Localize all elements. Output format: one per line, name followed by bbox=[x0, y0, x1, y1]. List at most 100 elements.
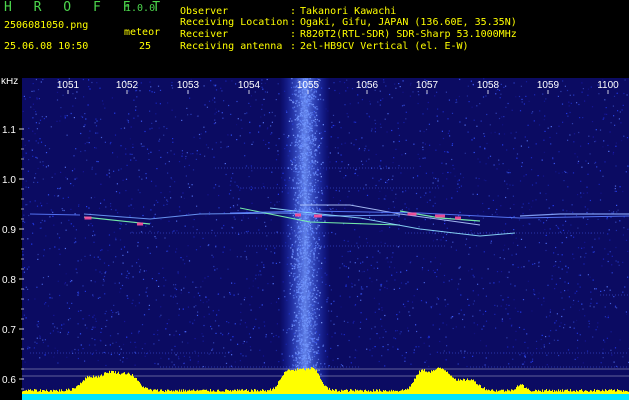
noise-dot bbox=[360, 299, 362, 301]
noise-dot bbox=[501, 320, 503, 322]
noise-dot bbox=[259, 349, 261, 351]
noise-dot bbox=[95, 173, 97, 175]
noise-dot bbox=[374, 326, 376, 328]
noise-dot bbox=[499, 257, 501, 259]
noise-dot bbox=[35, 173, 37, 175]
meteor-echo-hotspot bbox=[295, 213, 301, 217]
spectrum-sample bbox=[585, 390, 586, 394]
spectrum-sample bbox=[331, 390, 332, 394]
noise-dot bbox=[192, 281, 194, 283]
noise-dot bbox=[246, 341, 248, 343]
noise-dot bbox=[622, 261, 624, 263]
noise-dot bbox=[221, 112, 223, 114]
spectrum-sample bbox=[188, 390, 189, 394]
spectrum-sample bbox=[27, 391, 28, 394]
noise-dot bbox=[274, 204, 276, 206]
spectrum-sample bbox=[584, 390, 585, 394]
noise-dot bbox=[113, 170, 115, 172]
spectrum-sample bbox=[207, 390, 208, 394]
noise-dot bbox=[83, 96, 85, 98]
spectrum-sample bbox=[411, 384, 412, 394]
noise-dot bbox=[430, 306, 432, 308]
noise-dot bbox=[472, 84, 474, 86]
spectrum-sample bbox=[63, 391, 64, 394]
noise-dot bbox=[197, 115, 199, 117]
spectrum-sample bbox=[158, 391, 159, 394]
noise-dot bbox=[615, 142, 617, 144]
spectrum-sample bbox=[505, 390, 506, 394]
noise-dot bbox=[84, 324, 86, 326]
noise-dot bbox=[384, 365, 386, 367]
noise-dot bbox=[600, 362, 602, 364]
noise-dot bbox=[398, 220, 400, 222]
noise-dot bbox=[556, 132, 558, 134]
spectrum-sample bbox=[497, 391, 498, 394]
noise-dot bbox=[440, 239, 442, 241]
noise-dot bbox=[94, 344, 96, 346]
noise-dot bbox=[507, 188, 509, 190]
noise-dot bbox=[585, 160, 587, 162]
spectrum-sample bbox=[329, 387, 330, 394]
noise-dot bbox=[589, 153, 591, 155]
noise-dot bbox=[80, 150, 82, 153]
noise-dot bbox=[446, 345, 448, 347]
meteor-echo-hotspot bbox=[84, 216, 92, 220]
noise-dot bbox=[242, 342, 244, 345]
noise-dot bbox=[619, 186, 621, 188]
spectrum-sample bbox=[383, 390, 384, 394]
noise-dot bbox=[106, 174, 108, 176]
noise-dot bbox=[368, 158, 370, 160]
noise-dot bbox=[587, 94, 589, 96]
noise-dot bbox=[380, 178, 382, 180]
noise-dot bbox=[355, 169, 357, 171]
noise-dot bbox=[34, 133, 36, 135]
noise-dot bbox=[371, 128, 373, 130]
noise-dot bbox=[487, 157, 489, 159]
noise-dot bbox=[223, 296, 225, 298]
noise-dot bbox=[364, 148, 366, 150]
noise-dot bbox=[275, 99, 277, 101]
noise-dot bbox=[106, 319, 108, 321]
noise-dot bbox=[372, 347, 374, 349]
spectrum-sample bbox=[460, 379, 461, 394]
noise-dot bbox=[496, 213, 498, 215]
noise-dot bbox=[588, 323, 590, 325]
noise-dot bbox=[39, 337, 41, 339]
noise-dot bbox=[553, 339, 555, 341]
noise-dot bbox=[591, 121, 594, 123]
noise-dot bbox=[51, 297, 53, 299]
spectrum-sample bbox=[107, 372, 108, 394]
noise-dot bbox=[562, 209, 564, 211]
noise-dot bbox=[436, 115, 438, 117]
noise-dot bbox=[502, 144, 504, 146]
spectrum-sample bbox=[250, 391, 251, 394]
noise-dot bbox=[139, 269, 142, 271]
spectrum-sample bbox=[23, 391, 24, 394]
noise-dot bbox=[400, 172, 402, 174]
noise-dot bbox=[524, 354, 526, 356]
noise-dot bbox=[172, 141, 174, 143]
spectrum-sample bbox=[620, 390, 621, 394]
noise-dot bbox=[242, 215, 244, 217]
spectrum-sample bbox=[347, 389, 348, 394]
noise-dot bbox=[351, 283, 353, 285]
info-value-observer: Takanori Kawachi bbox=[300, 6, 397, 17]
noise-dot bbox=[275, 262, 277, 264]
noise-dot bbox=[526, 333, 528, 335]
noise-dot bbox=[230, 134, 232, 136]
noise-dot bbox=[36, 157, 38, 159]
noise-dot bbox=[163, 126, 165, 128]
spectrum-sample bbox=[193, 389, 194, 394]
noise-dot bbox=[549, 228, 551, 230]
noise-dot bbox=[167, 200, 169, 203]
noise-dot bbox=[495, 327, 497, 329]
noise-dot bbox=[384, 198, 386, 200]
noise-dot bbox=[264, 325, 266, 327]
noise-dot bbox=[384, 242, 386, 244]
noise-dot bbox=[409, 314, 411, 317]
noise-dot bbox=[417, 175, 419, 177]
noise-dot bbox=[206, 301, 208, 303]
noise-dot bbox=[456, 188, 458, 190]
info-value-location: Ogaki, Gifu, JAPAN (136.60E, 35.35N) bbox=[300, 17, 517, 28]
spectrum-sample bbox=[200, 390, 201, 394]
